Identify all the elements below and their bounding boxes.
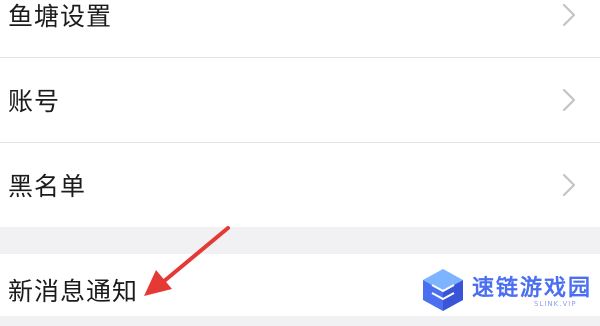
settings-item-blacklist[interactable]: 黑名单 <box>0 142 600 227</box>
settings-item-account[interactable]: 账号 <box>0 57 600 142</box>
chevron-right-icon <box>562 3 576 26</box>
settings-item-label: 账号 <box>8 86 61 116</box>
settings-item-label: 鱼塘设置 <box>8 1 113 31</box>
chevron-right-icon <box>562 173 576 196</box>
chevron-right-icon <box>562 88 576 111</box>
settings-item-label: 新消息通知 <box>8 277 139 306</box>
settings-list: 鱼塘设置 账号 黑名单 <box>0 0 600 227</box>
settings-item-fish-pond[interactable]: 鱼塘设置 <box>0 0 600 57</box>
settings-item-new-message-notification[interactable]: 新消息通知 <box>0 254 600 326</box>
notification-group: 新消息通知 <box>0 254 600 316</box>
settings-item-label: 黑名单 <box>8 171 87 201</box>
